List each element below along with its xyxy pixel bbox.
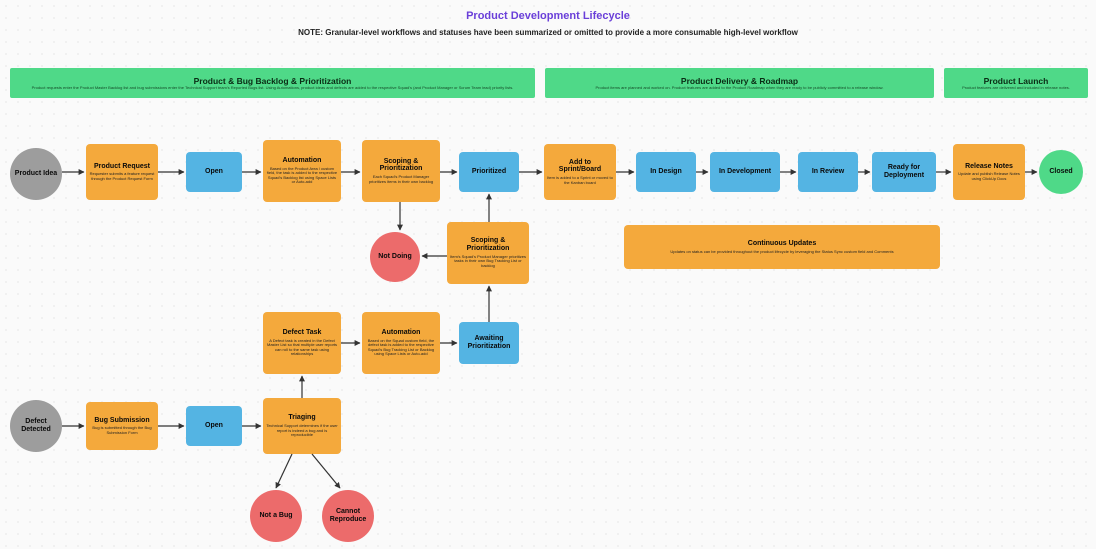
band-delivery: Product Delivery & Roadmap Product items…: [545, 68, 934, 98]
node-open-1: Open: [186, 152, 242, 192]
band-backlog: Product & Bug Backlog & Prioritization P…: [10, 68, 535, 98]
node-release-notes-sub: Update and publish Release Notes using C…: [956, 172, 1022, 181]
node-scoping-1: Scoping & Prioritization Each Squad's Pro…: [362, 140, 440, 202]
node-not-a-bug: Not a Bug: [250, 490, 302, 542]
node-scoping-1-sub: Each Squad's Product Manager prioritizes…: [365, 175, 437, 184]
node-automation-2: Automation Based on the Squad custom fiel…: [362, 312, 440, 374]
node-not-a-bug-title: Not a Bug: [259, 512, 292, 520]
node-in-review: In Review: [798, 152, 858, 192]
node-awaiting-prioritization-title: Awaiting Prioritization: [462, 335, 516, 350]
node-scoping-2-title: Scoping & Prioritization: [450, 237, 526, 252]
node-automation-1: Automation Based on the Product Area / cu…: [263, 140, 341, 202]
node-prioritized-title: Prioritized: [472, 168, 506, 176]
node-triaging-title: Triaging: [288, 414, 315, 422]
node-triaging-sub: Technical Support determines if the user…: [266, 424, 338, 438]
node-continuous-updates-sub: Updates on status can be provided throug…: [670, 250, 893, 255]
node-closed-title: Closed: [1049, 168, 1072, 176]
node-defect-task: Defect Task A Defect task is created in t…: [263, 312, 341, 374]
node-product-request: Product RequestRequester submits a featu…: [86, 144, 158, 200]
node-continuous-updates-title: Continuous Updates: [748, 240, 816, 248]
node-in-review-title: In Review: [812, 168, 844, 176]
node-closed: Closed: [1039, 150, 1083, 194]
page-note: NOTE: Granular-level workflows and statu…: [0, 28, 1096, 37]
node-defect-task-title: Defect Task: [283, 329, 322, 337]
node-bug-submission-sub: Bug is submitted through the Bug Submiss…: [89, 426, 155, 435]
node-open-2: Open: [186, 406, 242, 446]
band-launch-sub: Product features are delivered and inclu…: [956, 86, 1076, 91]
node-add-sprint-title: Add to Sprint/Board: [547, 159, 613, 174]
band-backlog-sub: Product requests enter the Product Maste…: [26, 86, 520, 91]
node-not-doing-title: Not Doing: [378, 253, 411, 261]
node-open-2-title: Open: [205, 422, 223, 430]
node-bug-submission-title: Bug Submission: [94, 417, 149, 425]
node-release-notes-title: Release Notes: [965, 163, 1013, 171]
node-automation-2-title: Automation: [382, 329, 421, 337]
node-awaiting-prioritization: Awaiting Prioritization: [459, 322, 519, 364]
node-cannot-reproduce-title: Cannot Reproduce: [325, 508, 371, 523]
node-in-development: In Development: [710, 152, 780, 192]
node-defect-task-sub: A Defect task is created in the Defect M…: [266, 339, 338, 357]
node-release-notes: Release NotesUpdate and publish Release …: [953, 144, 1025, 200]
node-cannot-reproduce: Cannot Reproduce: [322, 490, 374, 542]
start-defect-detected-label: Defect Detected: [13, 418, 59, 433]
node-ready-deploy-title: Ready for Deployment: [875, 164, 933, 179]
node-in-design-title: In Design: [650, 168, 682, 176]
node-automation-1-sub: Based on the Product Area / custom field…: [266, 167, 338, 185]
page-title: Product Development Lifecycle: [0, 10, 1096, 22]
node-automation-2-sub: Based on the Squad custom field, the def…: [365, 339, 437, 357]
band-delivery-sub: Product items are planned and worked on.…: [590, 86, 890, 91]
node-product-request-title: Product Request: [94, 163, 150, 171]
node-continuous-updates: Continuous Updates Updates on status can …: [624, 225, 940, 269]
node-scoping-2-sub: Item's Squad's Product Manager prioritiz…: [450, 255, 526, 269]
node-add-sprint-sub: Item is added to a Sprint or moved to th…: [547, 176, 613, 185]
node-scoping-2: Scoping & Prioritization Item's Squad's P…: [447, 222, 529, 284]
node-scoping-1-title: Scoping & Prioritization: [365, 158, 437, 173]
start-product-idea-label: Product Idea: [15, 170, 57, 178]
node-open-1-title: Open: [205, 168, 223, 176]
node-in-design: In Design: [636, 152, 696, 192]
node-add-sprint: Add to Sprint/Board Item is added to a Sp…: [544, 144, 616, 200]
start-product-idea: Product Idea: [10, 148, 62, 200]
band-launch: Product Launch Product features are deli…: [944, 68, 1088, 98]
node-automation-1-title: Automation: [283, 157, 322, 165]
node-ready-deploy: Ready for Deployment: [872, 152, 936, 192]
node-in-development-title: In Development: [719, 168, 771, 176]
node-not-doing: Not Doing: [370, 232, 420, 282]
node-product-request-sub: Requester submits a feature request thro…: [89, 172, 155, 181]
node-prioritized: Prioritized: [459, 152, 519, 192]
start-defect-detected: Defect Detected: [10, 400, 62, 452]
node-triaging: Triaging Technical Support determines if …: [263, 398, 341, 454]
node-bug-submission: Bug SubmissionBug is submitted through t…: [86, 402, 158, 450]
